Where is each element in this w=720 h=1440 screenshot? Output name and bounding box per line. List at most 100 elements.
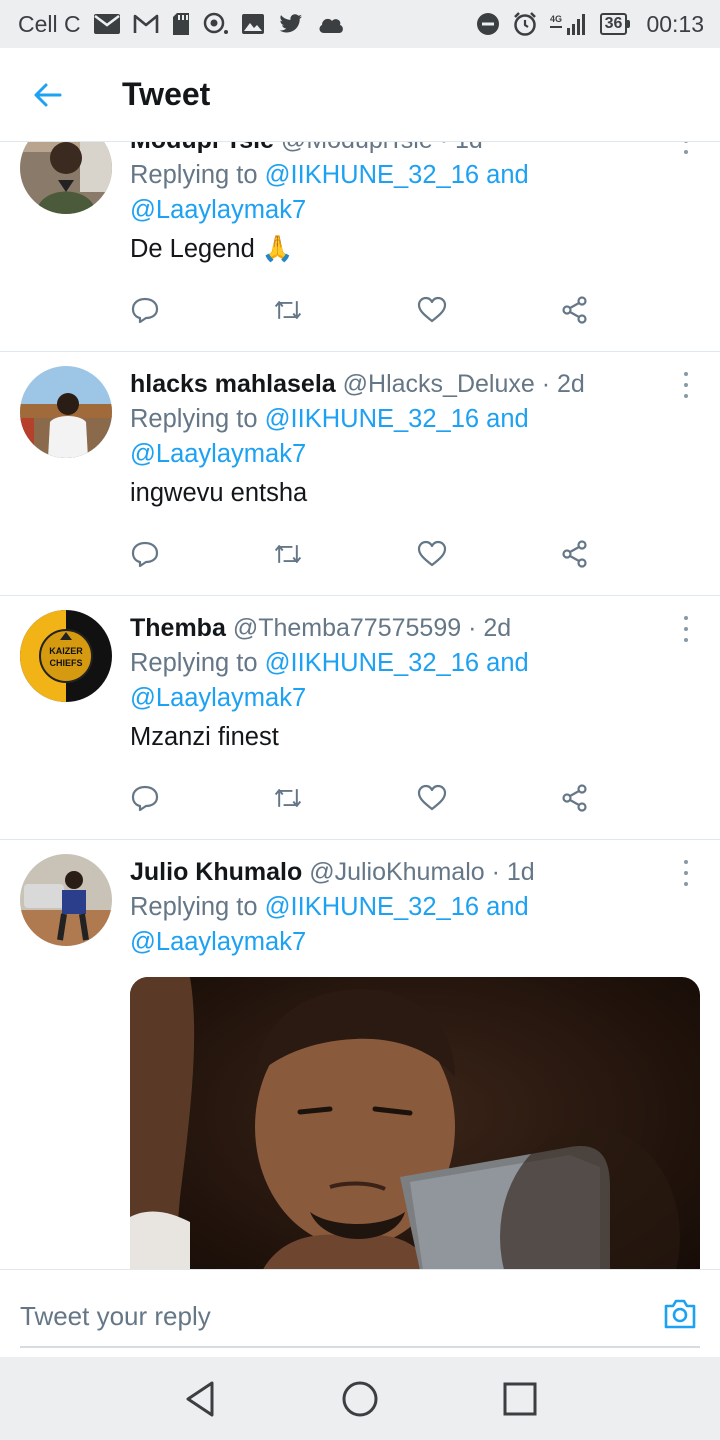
tweet-actions (130, 269, 590, 351)
tweet-meta: Modupi Tsie @ModupiTsie · 1d (130, 142, 660, 158)
reply-button[interactable] (130, 783, 160, 813)
tweet-time: 2d (483, 614, 512, 642)
retweet-icon (275, 301, 302, 319)
share-icon (562, 296, 587, 324)
reply-icon (131, 297, 159, 324)
reply-icon (131, 541, 159, 568)
avatar[interactable] (20, 366, 112, 458)
tweet-meta: hlacks mahlasela @Hlacks_Deluxe · 2d (130, 366, 660, 402)
system-nav-bar (0, 1357, 720, 1440)
camera-icon (664, 1299, 696, 1329)
retweet-button[interactable] (273, 539, 303, 569)
tweet[interactable]: hlacks mahlasela @Hlacks_Deluxe · 2d Rep… (0, 352, 720, 596)
page-title: Tweet (122, 76, 211, 112)
meta-separator: · (541, 370, 551, 398)
tweet[interactable]: Modupi Tsie @ModupiTsie · 1d Replying to… (0, 142, 720, 352)
tweet-actions (130, 513, 590, 595)
author-name[interactable]: Modupi Tsie (130, 142, 274, 154)
share-button[interactable] (560, 295, 590, 325)
signal-icon: 4G (549, 12, 588, 36)
author-name[interactable]: Themba (130, 614, 226, 642)
more-options-button[interactable] (676, 616, 696, 642)
meta-separator: · (440, 142, 448, 154)
avatar[interactable] (20, 854, 112, 946)
author-handle: @Themba77575599 (232, 614, 462, 642)
and-word: and (479, 893, 529, 921)
tweet[interactable]: KAIZER CHIEFS Themba @Themba77575599 · 2d… (0, 596, 720, 840)
svg-text:CHIEFS: CHIEFS (49, 658, 82, 668)
share-icon (562, 540, 587, 568)
back-button[interactable] (0, 48, 96, 142)
replying-to: Replying to @IIKHUNE_32_16 and @Laaylaym… (130, 402, 660, 472)
mention-link[interactable]: @IIKHUNE_32_16 (265, 405, 479, 433)
mention-link[interactable]: @Laaylaymak7 (130, 928, 306, 956)
mention-link[interactable]: @IIKHUNE_32_16 (265, 893, 479, 921)
author-name[interactable]: Julio Khumalo (130, 858, 302, 886)
and-word: and (479, 649, 529, 677)
tweet[interactable]: Julio Khumalo @JulioKhumalo · 1d Replyin… (0, 840, 720, 1269)
gmail-icon (133, 13, 159, 35)
nav-back-button[interactable] (176, 1375, 224, 1423)
tweet-text: ingwevu entsha (130, 479, 308, 507)
reply-button[interactable] (130, 539, 160, 569)
retweet-icon (275, 789, 302, 807)
triangle-back-icon (186, 1381, 214, 1416)
tweet-time: 1d (455, 142, 483, 154)
retweet-icon (275, 545, 302, 563)
square-recents-icon (503, 1382, 537, 1415)
avatar[interactable] (20, 142, 112, 214)
meta-separator: · (491, 858, 500, 886)
arrow-left-icon (34, 83, 62, 106)
tweet-time: 1d (506, 858, 535, 886)
like-button[interactable] (417, 783, 447, 813)
author-handle: @ModupiTsie (281, 142, 433, 154)
mention-link[interactable]: @Laaylaymak7 (130, 684, 306, 712)
tweet-meta: Julio Khumalo @JulioKhumalo · 1d (130, 854, 660, 890)
nav-recents-button[interactable] (496, 1375, 544, 1423)
heart-icon (417, 296, 446, 323)
tweet-photo[interactable] (130, 977, 700, 1269)
reply-composer (0, 1269, 720, 1357)
wifi-hotspot-icon (203, 12, 229, 36)
like-button[interactable] (417, 539, 447, 569)
more-options-button[interactable] (676, 860, 696, 886)
and-word: and (479, 161, 529, 189)
mention-link[interactable]: @IIKHUNE_32_16 (265, 161, 479, 189)
share-button[interactable] (560, 539, 590, 569)
tweet-text: Mzanzi finest (130, 723, 279, 751)
replying-prefix: Replying to (130, 405, 265, 433)
twitter-bird-icon (277, 12, 305, 36)
avatar[interactable]: KAIZER CHIEFS (20, 610, 112, 702)
do-not-disturb-icon (476, 12, 500, 36)
input-underline (20, 1346, 700, 1348)
add-photo-button[interactable] (662, 1296, 698, 1332)
replying-prefix: Replying to (130, 649, 265, 677)
author-handle: @JulioKhumalo (309, 858, 485, 886)
retweet-button[interactable] (273, 295, 303, 325)
more-options-button[interactable] (676, 142, 696, 154)
heart-icon (417, 784, 446, 811)
reply-input[interactable] (20, 1288, 620, 1344)
alarm-icon (512, 11, 538, 37)
tweet-time: 2d (557, 370, 585, 398)
like-button[interactable] (417, 295, 447, 325)
svg-text:KAIZER: KAIZER (49, 646, 83, 656)
cloud-icon (317, 14, 345, 34)
share-icon (562, 784, 587, 812)
mention-link[interactable]: @Laaylaymak7 (130, 196, 306, 224)
author-name[interactable]: hlacks mahlasela (130, 370, 336, 398)
retweet-button[interactable] (273, 783, 303, 813)
top-app-bar: Tweet (0, 48, 720, 142)
replying-to: Replying to @IIKHUNE_32_16 and @Laaylaym… (130, 890, 660, 960)
battery-level: 36 (599, 13, 628, 35)
replying-prefix: Replying to (130, 161, 265, 189)
nav-home-button[interactable] (336, 1375, 384, 1423)
reply-button[interactable] (130, 295, 160, 325)
share-button[interactable] (560, 783, 590, 813)
meta-separator: · (468, 614, 477, 642)
more-options-button[interactable] (676, 372, 696, 398)
email-icon (93, 13, 121, 35)
mention-link[interactable]: @IIKHUNE_32_16 (265, 649, 479, 677)
reply-feed[interactable]: Modupi Tsie @ModupiTsie · 1d Replying to… (0, 142, 720, 1269)
mention-link[interactable]: @Laaylaymak7 (130, 440, 306, 468)
